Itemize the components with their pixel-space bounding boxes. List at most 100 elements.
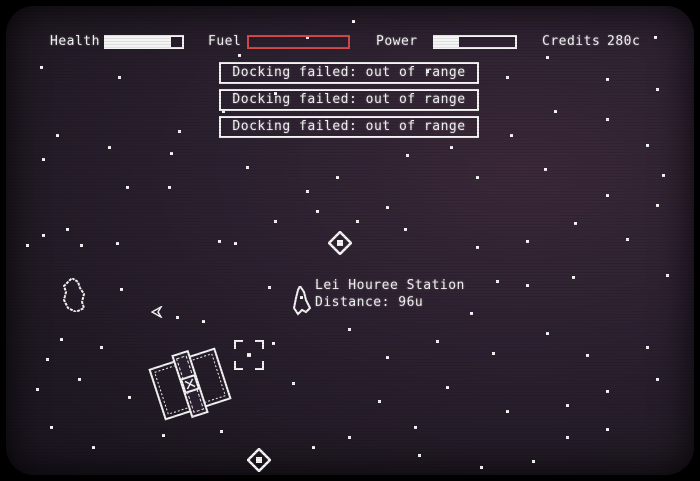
station-icon[interactable] [148, 344, 232, 424]
star [574, 222, 577, 225]
star [526, 240, 529, 243]
power-bar-fill [435, 37, 459, 47]
star [586, 354, 589, 357]
star [510, 134, 513, 137]
star [656, 88, 659, 91]
star [176, 316, 179, 319]
star [654, 36, 657, 39]
star [606, 390, 609, 393]
star [414, 426, 417, 429]
star [40, 66, 43, 69]
star [546, 56, 549, 59]
drone-icon[interactable] [328, 231, 352, 255]
star [348, 328, 351, 331]
star [606, 78, 609, 81]
star [352, 20, 355, 23]
star [544, 168, 547, 171]
star [234, 242, 237, 245]
star [316, 210, 319, 213]
star [404, 228, 407, 231]
power-bar [433, 35, 517, 49]
star [272, 342, 275, 345]
star [26, 244, 29, 247]
star [108, 146, 111, 149]
asteroid-icon[interactable] [62, 278, 86, 312]
star [42, 234, 45, 237]
star [92, 446, 95, 449]
star [60, 338, 63, 341]
star [306, 190, 309, 193]
star [666, 274, 669, 277]
star [646, 346, 649, 349]
star [386, 356, 389, 359]
star [238, 54, 241, 57]
star [274, 220, 277, 223]
star [36, 388, 39, 391]
star [606, 194, 609, 197]
star [46, 358, 49, 361]
star [386, 206, 389, 209]
star [218, 240, 221, 243]
star [476, 176, 479, 179]
star [606, 118, 609, 121]
star [126, 186, 129, 189]
star [66, 228, 69, 231]
star [56, 134, 59, 137]
health-bar-fill [106, 37, 171, 47]
star [436, 340, 439, 343]
message-box: Docking failed: out of range [219, 62, 479, 84]
star [42, 158, 45, 161]
star [506, 76, 509, 79]
waypoint-arrow-icon [151, 306, 163, 318]
star [480, 466, 483, 469]
star [446, 386, 449, 389]
star [120, 288, 123, 291]
star [268, 286, 271, 289]
health-label: Health [50, 34, 100, 49]
star [418, 454, 421, 457]
game-screen: Health Fuel Power Credits 280c Docking f… [6, 6, 694, 475]
star [572, 276, 575, 279]
star [80, 244, 83, 247]
star [336, 176, 339, 179]
target-distance: Distance: 96u [315, 295, 424, 310]
star [78, 378, 81, 381]
star [116, 242, 119, 245]
star [476, 246, 479, 249]
star [526, 284, 529, 287]
fuel-label: Fuel [208, 34, 242, 49]
star [506, 410, 509, 413]
star [566, 404, 569, 407]
star [128, 396, 131, 399]
star [626, 238, 629, 241]
star [554, 110, 557, 113]
player-ship-icon[interactable] [292, 286, 312, 316]
star [178, 130, 181, 133]
star [532, 460, 535, 463]
star [606, 428, 609, 431]
star [566, 436, 569, 439]
star [50, 426, 53, 429]
star [496, 280, 499, 283]
star [312, 446, 315, 449]
power-label: Power [376, 34, 418, 49]
star [656, 378, 659, 381]
message-box: Docking failed: out of range [219, 89, 479, 111]
target-name: Lei Houree Station [315, 278, 465, 293]
star [356, 220, 359, 223]
star [168, 186, 171, 189]
credits-label: Credits [542, 34, 601, 49]
star [406, 154, 409, 157]
star [656, 204, 659, 207]
star [646, 144, 649, 147]
star [546, 332, 549, 335]
star [118, 76, 121, 79]
star [348, 436, 351, 439]
target-reticle-icon [234, 340, 264, 370]
drone-icon[interactable] [247, 448, 271, 472]
star [450, 146, 453, 149]
star [220, 430, 223, 433]
star [170, 152, 173, 155]
star [162, 434, 165, 437]
star [470, 312, 473, 315]
